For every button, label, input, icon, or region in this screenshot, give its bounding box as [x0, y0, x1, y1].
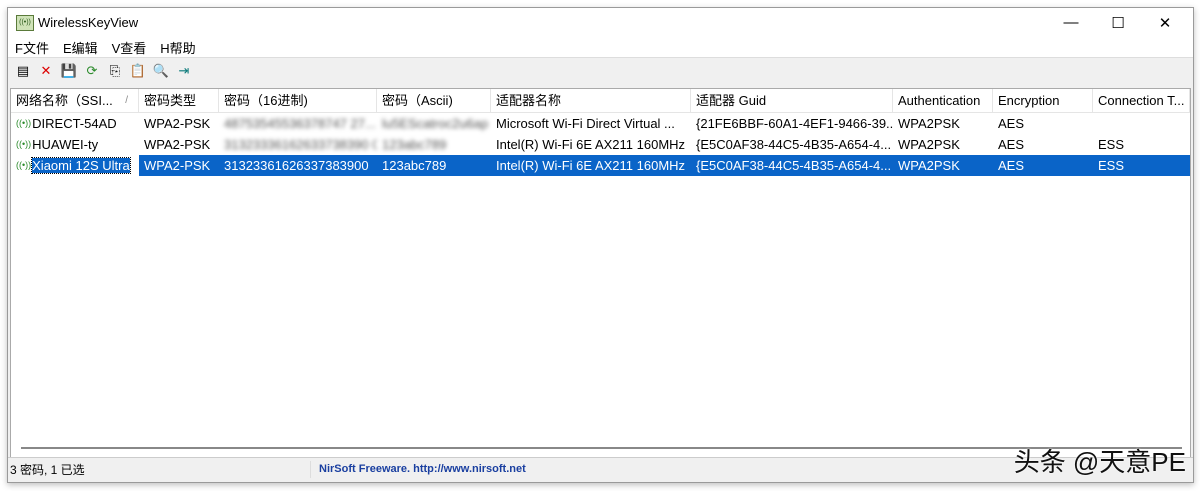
wifi-icon: ((•)) [16, 118, 32, 128]
column-header-connection-type[interactable]: Connection T... [1093, 89, 1190, 112]
table-row[interactable]: ((•))HUAWEI-ty WPA2-PSK 3132333616263373… [11, 134, 1190, 155]
column-header-key-ascii[interactable]: 密码（Ascii) [377, 89, 491, 112]
menu-file[interactable]: F文件 [8, 38, 56, 57]
refresh-icon[interactable]: ⟳ [83, 62, 101, 80]
delete-icon[interactable]: ✕ [37, 62, 55, 80]
watermark: 头条 @天意PE [1013, 447, 1186, 477]
cell: Intel(R) Wi-Fi 6E AX211 160MHz [496, 137, 686, 152]
cell: lu5EScatroc2u6ap [382, 116, 489, 131]
cell: WPA2-PSK [144, 137, 211, 152]
cell: 123abc789 [382, 137, 447, 152]
wifi-icon: ((•)) [16, 160, 32, 170]
cell: WPA2PSK [898, 137, 960, 152]
wifi-icon: ((•)) [16, 139, 32, 149]
cell-text: DIRECT-54AD [32, 116, 117, 131]
menu-view[interactable]: V查看 [105, 38, 154, 57]
menu-edit[interactable]: E编辑 [56, 38, 105, 57]
table-row[interactable]: ((•))DIRECT-54AD WPA2-PSK 48753545536378… [11, 113, 1190, 134]
menu-bar: F文件 E编辑 V查看 H帮助 [8, 37, 1193, 57]
cell-ssid: ((•))DIRECT-54AD [11, 113, 139, 134]
window-title: WirelessKeyView [38, 15, 139, 30]
app-icon: ((•)) [16, 14, 34, 31]
cell: ESS [1098, 158, 1125, 173]
cell: {E5C0AF38-44C5-4B35-A654-4... [696, 137, 892, 152]
maximize-button[interactable]: ☐ [1095, 8, 1141, 37]
find-icon[interactable]: 🔍 [152, 62, 170, 80]
cell: Microsoft Wi-Fi Direct Virtual ... [496, 116, 675, 131]
cell: 31323336162633738390 0 [224, 137, 377, 152]
cell: {21FE6BBF-60A1-4EF1-9466-39... [696, 116, 893, 131]
horizontal-scrollbar[interactable] [21, 447, 1182, 449]
cell: 48753545536378747 27... [224, 116, 376, 131]
column-label: 网络名称（SSI... [16, 93, 113, 108]
cell: WPA2PSK [898, 158, 960, 173]
title-bar: ((•)) WirelessKeyView — ☐ ✕ [8, 8, 1193, 37]
table-row-selected[interactable]: ((•))Xiaomi 12S Ultra WPA2-PSK 313233616… [11, 155, 1190, 176]
close-button[interactable]: ✕ [1142, 8, 1188, 37]
column-header-adapter-guid[interactable]: 适配器 Guid [691, 89, 893, 112]
cell: {E5C0AF38-44C5-4B35-A654-4... [696, 158, 892, 173]
minimize-button[interactable]: — [1048, 8, 1094, 37]
properties-icon[interactable]: ▤ [14, 62, 32, 80]
sort-indicator-icon: / [125, 95, 128, 106]
cell: 31323361626337383900 [224, 158, 369, 173]
network-list[interactable]: 网络名称（SSI... / 密码类型 密码（16进制) 密码（Ascii) 适配器… [10, 88, 1191, 458]
cell: AES [998, 158, 1025, 173]
cell: WPA2PSK [898, 116, 960, 131]
main-window: ((•)) WirelessKeyView — ☐ ✕ F文件 E编辑 V查看 … [7, 7, 1194, 483]
status-credit-link[interactable]: NirSoft Freeware. http://www.nirsoft.net [311, 463, 526, 475]
status-count: 3 密码, 1 已选 [8, 460, 311, 478]
menu-help[interactable]: H帮助 [153, 38, 202, 57]
list-header: 网络名称（SSI... / 密码类型 密码（16进制) 密码（Ascii) 适配器… [11, 89, 1190, 113]
cell-ssid: ((•))Xiaomi 12S Ultra [11, 155, 139, 176]
column-header-adapter-name[interactable]: 适配器名称 [491, 89, 691, 112]
cell: AES [998, 116, 1025, 131]
column-header-key-hex[interactable]: 密码（16进制) [219, 89, 377, 112]
column-header-key-type[interactable]: 密码类型 [139, 89, 219, 112]
cell: 123abc789 [382, 158, 447, 173]
column-header-encryption[interactable]: Encryption [993, 89, 1093, 112]
cell: WPA2-PSK [144, 116, 211, 131]
cell: AES [998, 137, 1025, 152]
cell-ssid: ((•))HUAWEI-ty [11, 134, 139, 155]
toolbar: ▤ ✕ 💾 ⟳ ⎘ 📋 🔍 ⇥ [8, 57, 1193, 84]
column-header-authentication[interactable]: Authentication [893, 89, 993, 112]
cell-text: Xiaomi 12S Ultra [31, 157, 131, 174]
copy-icon[interactable]: ⎘ [106, 62, 124, 80]
save-icon[interactable]: 💾 [60, 62, 78, 80]
report-icon[interactable]: 📋 [129, 62, 147, 80]
cell [1093, 113, 1190, 134]
cell: ESS [1098, 137, 1125, 152]
exit-icon[interactable]: ⇥ [175, 62, 193, 80]
column-header-ssid[interactable]: 网络名称（SSI... / [11, 89, 139, 112]
cell: Intel(R) Wi-Fi 6E AX211 160MHz [496, 158, 686, 173]
cell-text: HUAWEI-ty [32, 137, 99, 152]
cell: WPA2-PSK [144, 158, 211, 173]
